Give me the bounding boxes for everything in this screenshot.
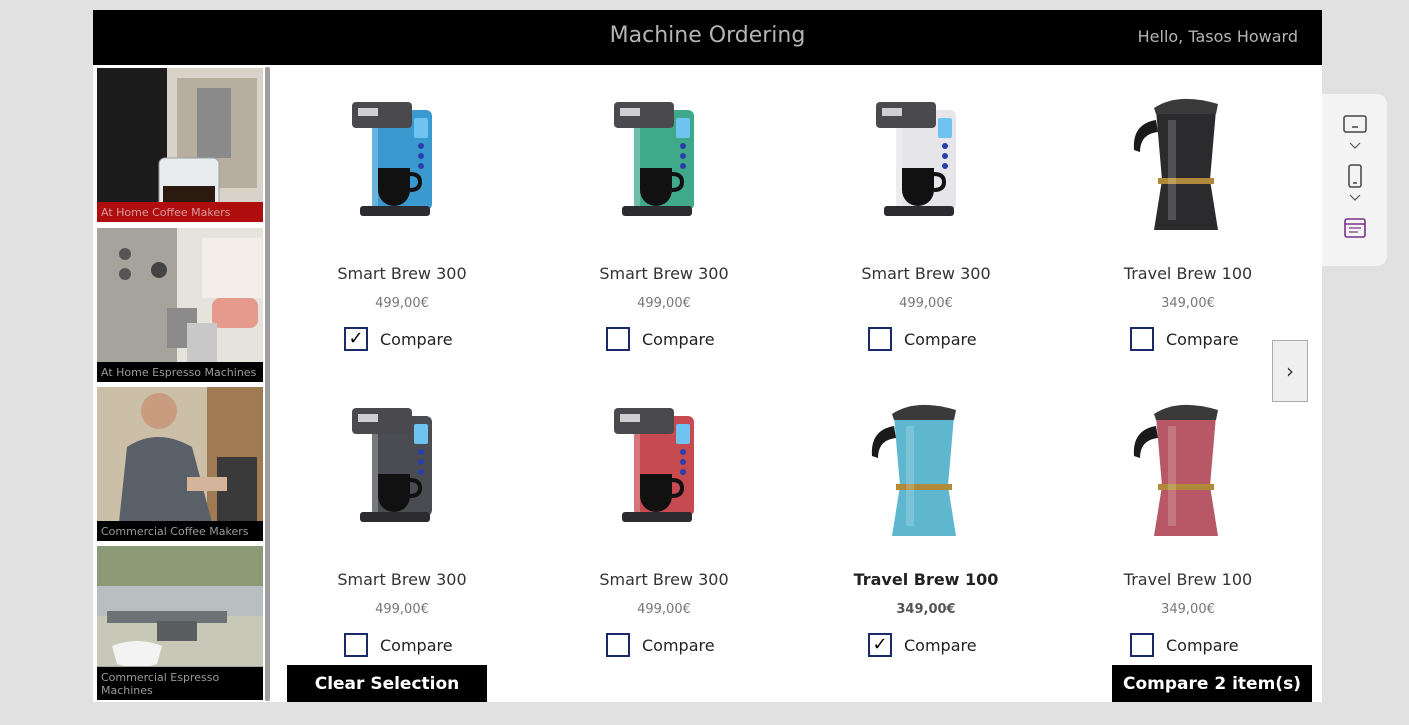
- clear-selection-button[interactable]: Clear Selection: [287, 665, 487, 702]
- checkbox-box[interactable]: [606, 327, 630, 351]
- compare-label: Compare: [642, 329, 715, 349]
- product-price: 349,00€: [896, 602, 956, 617]
- category-sidebar: At Home Coffee Makers At Home Espresso M…: [93, 65, 271, 702]
- layout-toolbar: [1322, 94, 1387, 266]
- product-card[interactable]: Smart Brew 300 499,00€ Compare: [811, 70, 1041, 370]
- compare-checkbox[interactable]: ✓ Compare: [868, 632, 977, 658]
- category-photo: [97, 228, 263, 382]
- category-photo: [97, 387, 263, 541]
- compare-checkbox[interactable]: Compare: [606, 326, 715, 352]
- product-name: Smart Brew 300: [599, 264, 729, 283]
- compare-checkbox[interactable]: Compare: [868, 326, 977, 352]
- compare-label: Compare: [904, 635, 977, 655]
- product-card[interactable]: Travel Brew 100 349,00€ Compare: [1073, 376, 1303, 676]
- product-price: 499,00€: [637, 602, 691, 617]
- header-bar: Machine Ordering Hello, Tasos Howard: [93, 10, 1322, 65]
- product-price: 349,00€: [1161, 296, 1215, 311]
- product-price: 499,00€: [375, 296, 429, 311]
- compare-items-button[interactable]: Compare 2 item(s): [1112, 665, 1312, 702]
- product-name: Smart Brew 300: [599, 570, 729, 589]
- chevron-down-icon[interactable]: [1342, 192, 1368, 204]
- product-card[interactable]: Travel Brew 100 349,00€ ✓ Compare: [811, 376, 1041, 676]
- product-card[interactable]: Smart Brew 300 499,00€ Compare: [549, 70, 779, 370]
- checkbox-box[interactable]: [868, 327, 892, 351]
- checkmark-icon: ✓: [872, 634, 888, 655]
- product-card[interactable]: Travel Brew 100 349,00€ Compare: [1073, 70, 1303, 370]
- category-label: Commercial Espresso Machines: [97, 667, 263, 700]
- phone-icon[interactable]: [1342, 164, 1368, 188]
- product-card[interactable]: Smart Brew 300 499,00€ Compare: [287, 376, 517, 676]
- checkbox-box[interactable]: ✓: [868, 633, 892, 657]
- compare-checkbox[interactable]: Compare: [1130, 326, 1239, 352]
- product-name: Travel Brew 100: [1123, 264, 1253, 283]
- compare-label: Compare: [380, 329, 453, 349]
- compare-checkbox[interactable]: Compare: [606, 632, 715, 658]
- product-price: 349,00€: [1161, 602, 1215, 617]
- product-name: Travel Brew 100: [853, 570, 999, 589]
- product-image: [614, 408, 694, 522]
- chevron-down-icon[interactable]: [1342, 140, 1368, 152]
- web-layout-icon[interactable]: [1342, 216, 1368, 240]
- product-name: Travel Brew 100: [1123, 570, 1253, 589]
- checkbox-box[interactable]: [606, 633, 630, 657]
- product-name: Smart Brew 300: [337, 264, 467, 283]
- tablet-icon[interactable]: [1342, 114, 1368, 134]
- category-at-home-coffee-makers[interactable]: At Home Coffee Makers: [97, 68, 263, 222]
- chevron-right-icon: ›: [1286, 359, 1294, 383]
- category-label: At Home Espresso Machines: [97, 362, 263, 382]
- checkbox-box[interactable]: [1130, 327, 1154, 351]
- product-price: 499,00€: [375, 602, 429, 617]
- category-photo: [97, 68, 263, 222]
- product-image: [352, 102, 432, 216]
- category-label: Commercial Coffee Makers: [97, 521, 263, 541]
- category-at-home-espresso-machines[interactable]: At Home Espresso Machines: [97, 228, 263, 382]
- checkbox-box[interactable]: [1130, 633, 1154, 657]
- category-label: At Home Coffee Makers: [97, 202, 263, 222]
- compare-label: Compare: [380, 635, 453, 655]
- product-image: [1133, 404, 1218, 536]
- sidebar-scrollbar[interactable]: [265, 67, 270, 701]
- checkbox-box[interactable]: [344, 633, 368, 657]
- product-name: Smart Brew 300: [337, 570, 467, 589]
- product-image: [871, 404, 956, 536]
- product-image: [614, 102, 694, 216]
- compare-checkbox[interactable]: ✓ Compare: [344, 326, 453, 352]
- compare-label: Compare: [1166, 329, 1239, 349]
- app-canvas: Machine Ordering Hello, Tasos Howard At …: [93, 10, 1322, 702]
- user-greeting: Hello, Tasos Howard: [1137, 27, 1298, 46]
- checkmark-icon: ✓: [348, 328, 364, 349]
- product-name: Smart Brew 300: [861, 264, 991, 283]
- next-page-button[interactable]: ›: [1272, 340, 1308, 402]
- compare-label: Compare: [1166, 635, 1239, 655]
- compare-label: Compare: [904, 329, 977, 349]
- checkbox-box[interactable]: ✓: [344, 327, 368, 351]
- product-image: [876, 102, 956, 216]
- compare-checkbox[interactable]: Compare: [1130, 632, 1239, 658]
- product-card[interactable]: Smart Brew 300 499,00€ ✓ Compare: [287, 70, 517, 370]
- product-price: 499,00€: [899, 296, 953, 311]
- product-card[interactable]: Smart Brew 300 499,00€ Compare: [549, 376, 779, 676]
- product-image: [352, 408, 432, 522]
- category-commercial-coffee-makers[interactable]: Commercial Coffee Makers: [97, 387, 263, 541]
- compare-checkbox[interactable]: Compare: [344, 632, 453, 658]
- product-image: [1133, 98, 1218, 230]
- product-price: 499,00€: [637, 296, 691, 311]
- category-commercial-espresso-machines[interactable]: Commercial Espresso Machines: [97, 546, 263, 700]
- compare-label: Compare: [642, 635, 715, 655]
